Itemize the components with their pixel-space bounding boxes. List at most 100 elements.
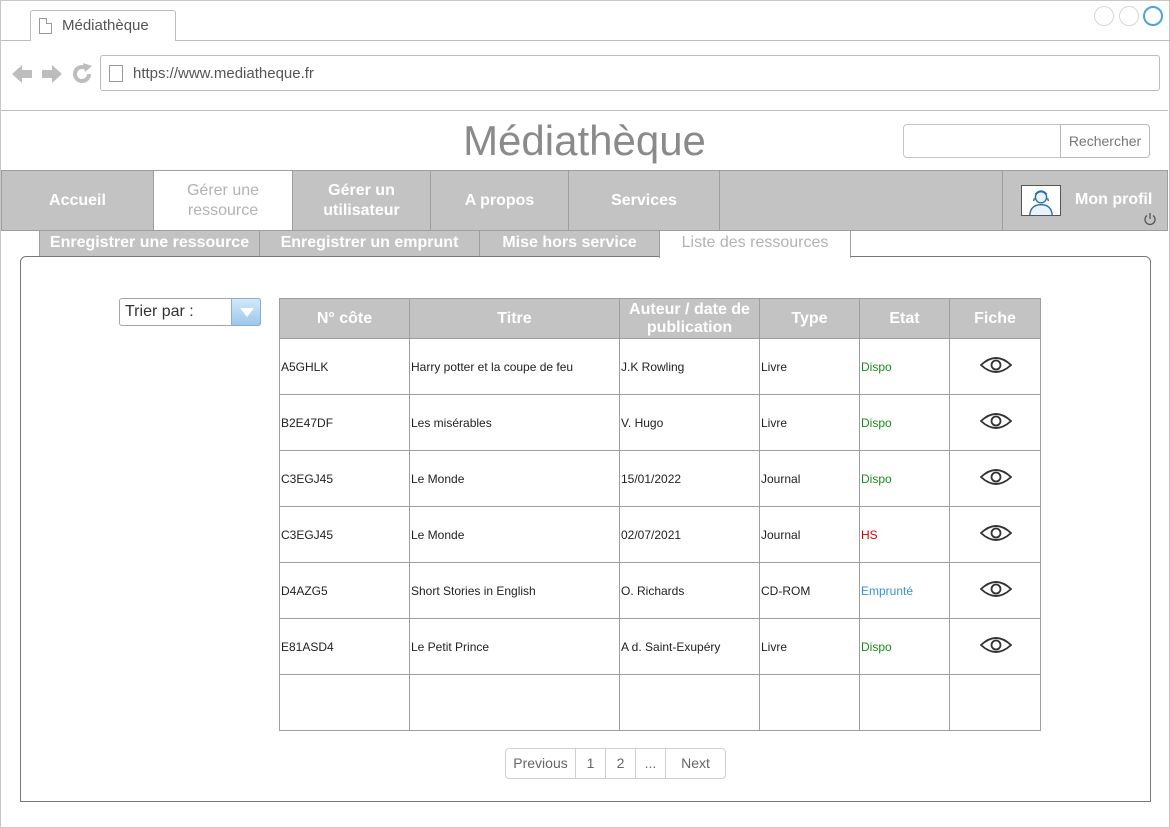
page-icon <box>109 65 123 82</box>
cell-cote: A5GHLK <box>279 338 410 395</box>
page: Médiathèque Rechercher Accueil Gérer une… <box>1 110 1168 827</box>
pagination-page[interactable]: 2 <box>606 749 636 778</box>
search-button[interactable]: Rechercher <box>1060 124 1150 158</box>
cell-type: Livre <box>759 338 860 395</box>
cell-empty <box>859 674 950 731</box>
pagination-ellipsis: ... <box>636 749 666 778</box>
nav-item-services[interactable]: Services <box>569 171 720 230</box>
column-header-cote[interactable]: N° côte <box>279 298 410 339</box>
cell-cote: D4AZG5 <box>279 562 410 619</box>
cell-empty <box>619 674 760 731</box>
cell-etat: Emprunté <box>859 562 950 619</box>
nav-item-accueil[interactable]: Accueil <box>2 171 154 230</box>
cell-auteur: 02/07/2021 <box>619 506 760 563</box>
cell-etat: Dispo <box>859 394 950 451</box>
nav-item-gerer-utilisateur[interactable]: Gérer un utilisateur <box>293 171 431 230</box>
eye-icon[interactable] <box>979 523 1012 543</box>
browser-tab[interactable]: Médiathèque <box>30 10 176 41</box>
chevron-down-icon[interactable] <box>231 298 261 326</box>
cell-cote: C3EGJ45 <box>279 450 410 507</box>
nav-item-gerer-ressource[interactable]: Gérer une ressource <box>154 171 293 230</box>
profile-menu[interactable]: Mon profil <box>1002 171 1168 230</box>
page-icon <box>39 18 52 34</box>
cell-type: CD-ROM <box>759 562 860 619</box>
eye-icon[interactable] <box>979 355 1012 375</box>
table-header-row: N° côte Titre Auteur / date de publicati… <box>279 298 1041 339</box>
cell-type: Journal <box>759 506 860 563</box>
column-header-auteur[interactable]: Auteur / date de publication <box>619 298 760 339</box>
cell-auteur: J.K Rowling <box>619 338 760 395</box>
cell-fiche <box>949 394 1041 451</box>
table-row: C3EGJ45 Le Monde 02/07/2021 Journal HS <box>279 506 1041 563</box>
pagination: Previous 1 2 ... Next <box>505 748 726 779</box>
cell-empty <box>949 674 1041 731</box>
table-row-empty <box>279 674 1041 731</box>
cell-empty <box>409 674 620 731</box>
main-nav: Accueil Gérer une ressource Gérer un uti… <box>1 170 1168 231</box>
avatar-icon[interactable] <box>1021 185 1061 216</box>
table-body: A5GHLK Harry potter et la coupe de feu J… <box>279 338 1041 731</box>
eye-icon[interactable] <box>979 411 1012 431</box>
cell-auteur: A d. Saint-Exupéry <box>619 618 760 675</box>
eye-icon[interactable] <box>979 579 1012 599</box>
eye-icon[interactable] <box>979 467 1012 487</box>
cell-empty <box>279 674 410 731</box>
tab-mise-hors-service[interactable]: Mise hors service <box>479 231 660 257</box>
cell-etat: Dispo <box>859 618 950 675</box>
cell-fiche <box>949 450 1041 507</box>
cell-fiche <box>949 338 1041 395</box>
table-row: C3EGJ45 Le Monde 15/01/2022 Journal Disp… <box>279 450 1041 507</box>
table-row: E81ASD4 Le Petit Prince A d. Saint-Exupé… <box>279 618 1041 675</box>
search-input[interactable] <box>903 124 1063 158</box>
column-header-fiche[interactable]: Fiche <box>949 298 1041 339</box>
column-header-type[interactable]: Type <box>759 298 860 339</box>
cell-type: Livre <box>759 394 860 451</box>
power-icon[interactable] <box>1143 212 1157 226</box>
maximize-button[interactable] <box>1119 6 1139 26</box>
cell-etat: HS <box>859 506 950 563</box>
nav-item-a-propos[interactable]: A propos <box>431 171 569 230</box>
cell-fiche <box>949 506 1041 563</box>
cell-titre: Le Monde <box>409 506 620 563</box>
pagination-previous[interactable]: Previous <box>506 749 576 778</box>
cell-cote: E81ASD4 <box>279 618 410 675</box>
resources-table: N° côte Titre Auteur / date de publicati… <box>279 298 1041 731</box>
address-bar[interactable]: https://www.mediatheque.fr <box>100 55 1160 91</box>
tab-enregistrer-emprunt[interactable]: Enregistrer un emprunt <box>259 231 480 257</box>
close-button[interactable] <box>1143 6 1163 26</box>
tab-liste-ressources[interactable]: Liste des ressources <box>659 231 851 258</box>
cell-empty <box>759 674 860 731</box>
cell-auteur: V. Hugo <box>619 394 760 451</box>
cell-fiche <box>949 562 1041 619</box>
column-header-etat[interactable]: Etat <box>859 298 950 339</box>
cell-fiche <box>949 618 1041 675</box>
cell-auteur: O. Richards <box>619 562 760 619</box>
table-row: B2E47DF Les misérables V. Hugo Livre Dis… <box>279 394 1041 451</box>
forward-arrow-icon[interactable] <box>40 62 64 86</box>
cell-etat: Dispo <box>859 450 950 507</box>
profile-label[interactable]: Mon profil <box>1075 191 1152 209</box>
minimize-button[interactable] <box>1094 6 1114 26</box>
cell-cote: C3EGJ45 <box>279 506 410 563</box>
cell-titre: Le Petit Prince <box>409 618 620 675</box>
pagination-next[interactable]: Next <box>666 749 725 778</box>
cell-type: Livre <box>759 618 860 675</box>
reload-icon[interactable] <box>70 62 94 86</box>
cell-titre: Short Stories in English <box>409 562 620 619</box>
cell-titre: Les misérables <box>409 394 620 451</box>
tab-enregistrer-ressource[interactable]: Enregistrer une ressource <box>39 231 260 257</box>
cell-etat: Dispo <box>859 338 950 395</box>
browser-tab-title: Médiathèque <box>62 17 149 34</box>
url-text[interactable]: https://www.mediatheque.fr <box>133 65 314 82</box>
back-arrow-icon[interactable] <box>10 62 34 86</box>
sort-select[interactable]: Trier par : <box>119 298 261 326</box>
table-row: A5GHLK Harry potter et la coupe de feu J… <box>279 338 1041 395</box>
cell-titre: Le Monde <box>409 450 620 507</box>
cell-type: Journal <box>759 450 860 507</box>
column-header-titre[interactable]: Titre <box>409 298 620 339</box>
pagination-page[interactable]: 1 <box>576 749 606 778</box>
sort-label: Trier par : <box>125 303 194 320</box>
cell-cote: B2E47DF <box>279 394 410 451</box>
cell-titre: Harry potter et la coupe de feu <box>409 338 620 395</box>
eye-icon[interactable] <box>979 635 1012 655</box>
